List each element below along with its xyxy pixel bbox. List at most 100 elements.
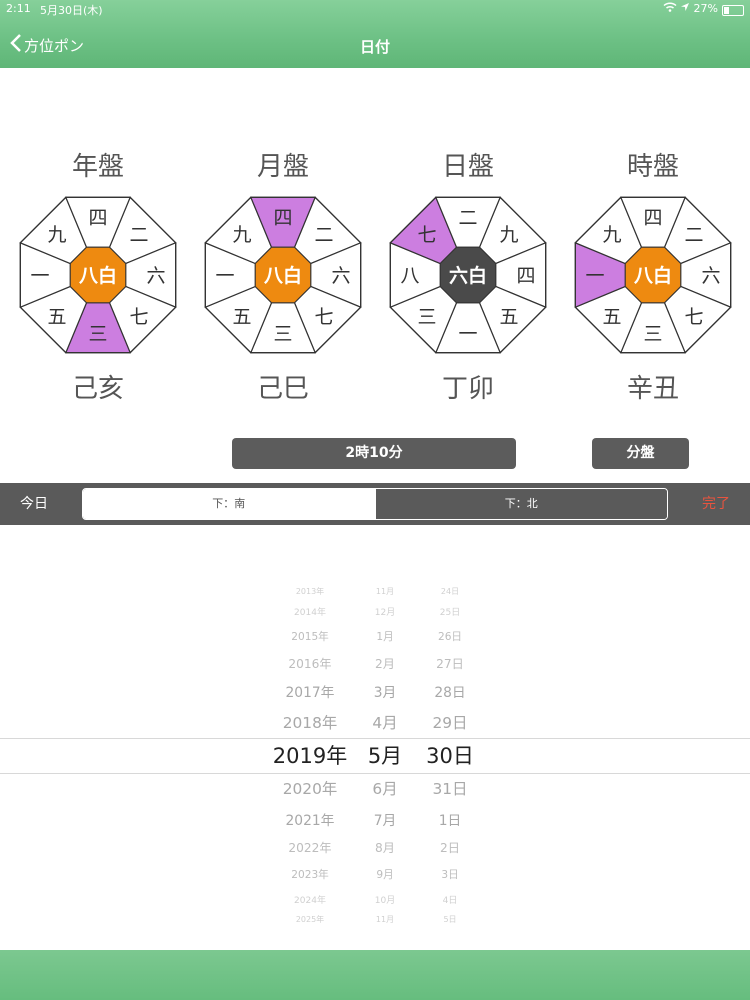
picker-toolbar: 今日 下：南 下：北 完了: [0, 483, 750, 525]
minute-chart-button[interactable]: 分盤: [592, 438, 689, 469]
picker-year: 2023年: [291, 868, 329, 881]
picker-row[interactable]: 2022年 8月 2日: [0, 833, 750, 861]
star-number: 五: [500, 306, 519, 328]
star-number: 三: [273, 323, 292, 345]
star-number: 九: [232, 224, 251, 246]
picker-row[interactable]: 2014年 12月 25日: [0, 597, 750, 625]
picker-day: 26日: [437, 630, 463, 643]
star-number: 七: [685, 306, 704, 328]
center-star: 八白: [79, 264, 117, 287]
star-number: 一: [458, 323, 477, 345]
picker-row[interactable]: 2018年 4月 29日: [0, 708, 750, 736]
picker-day: 28日: [434, 685, 466, 701]
picker-row-selected[interactable]: 2019年 5月 30日: [0, 741, 750, 769]
picker-year: 2014年: [294, 607, 326, 618]
star-number: 六: [701, 265, 720, 287]
chart-2: 月盤二六七三五一九四八白 己巳: [198, 150, 368, 405]
picker-row[interactable]: 2021年 7月 1日: [0, 805, 750, 833]
picker-day: 2日: [440, 841, 460, 855]
center-star: 八白: [634, 264, 672, 287]
picker-year: 2020年: [282, 780, 338, 798]
star-number: 九: [47, 224, 66, 246]
star-number: 二: [130, 224, 149, 246]
picker-day: 25日: [439, 607, 461, 618]
picker-day: 5日: [443, 914, 457, 924]
status-date: 5月30日(木): [40, 4, 103, 17]
picker-row[interactable]: 2025年 11月 5日: [0, 905, 750, 933]
segment-south-down[interactable]: 下：南: [83, 489, 375, 519]
picker-month: 6月: [372, 780, 398, 798]
picker-month: 5月: [367, 744, 403, 768]
chart-title: 日盤: [441, 152, 494, 182]
chart-stem-branch: 己亥: [71, 374, 124, 404]
star-number: 一: [215, 265, 234, 287]
chart-4: 時盤二六七三五一九四八白 辛丑: [568, 150, 738, 405]
battery-icon: [719, 3, 744, 16]
star-number: 二: [458, 207, 477, 229]
star-number: 二: [685, 224, 704, 246]
picker-year: 2025年: [295, 914, 325, 924]
star-number: 七: [315, 306, 334, 328]
star-number: 四: [643, 207, 662, 229]
chart-1: 年盤二六七三五一九四八白 己亥: [13, 150, 183, 405]
star-number: 五: [47, 306, 66, 328]
star-number: 三: [643, 323, 662, 345]
picker-year: 2015年: [291, 630, 329, 643]
nine-star-chart: 二六七三五一九四八白: [574, 196, 732, 354]
picker-year: 2024年: [294, 895, 326, 906]
bottom-bar: [0, 950, 750, 1000]
picker-month: 4月: [372, 714, 398, 732]
segment-north-down[interactable]: 下：北: [374, 489, 667, 519]
picker-month: 11月: [375, 914, 395, 924]
done-button[interactable]: 完了: [702, 483, 730, 525]
picker-year: 2022年: [288, 841, 332, 855]
picker-day: 27日: [436, 657, 464, 671]
star-number: 七: [130, 306, 149, 328]
date-picker[interactable]: 2013年 11月 24日 2014年 12月 25日 2015年 1月 26日 2016年 2月 2…: [0, 587, 750, 924]
star-number: 五: [602, 306, 621, 328]
picker-year: 2016年: [288, 657, 332, 671]
star-number: 三: [417, 306, 436, 328]
star-number: 四: [516, 265, 535, 287]
picker-day: 31日: [432, 780, 468, 798]
picker-month: 2月: [375, 657, 395, 671]
picker-row[interactable]: 2016年 2月 27日: [0, 649, 750, 677]
picker-year: 2019年: [272, 744, 348, 768]
picker-day: 4日: [442, 895, 458, 906]
navigation-bar: 2:11 5月30日(木) 27% 方位ポン 日付: [0, 0, 750, 68]
picker-month: 9月: [376, 868, 394, 881]
nine-star-chart: 九四五一三八七二六白: [389, 196, 547, 354]
picker-day: 29日: [432, 714, 468, 732]
today-button[interactable]: 今日: [20, 483, 48, 525]
status-time: 2:11: [6, 2, 31, 15]
picker-month: 8月: [375, 841, 395, 855]
chart-title: 年盤: [71, 152, 124, 182]
picker-month: 12月: [374, 607, 396, 618]
star-number: 六: [146, 265, 165, 287]
star-number: 七: [417, 224, 436, 246]
picker-row[interactable]: 2020年 6月 31日: [0, 774, 750, 802]
wifi-icon: [663, 2, 681, 15]
chart-title: 時盤: [626, 152, 679, 182]
center-star: 六白: [449, 264, 487, 287]
nine-star-chart: 二六七三五一九四八白: [204, 196, 362, 354]
star-number: 二: [315, 224, 334, 246]
star-number: 四: [273, 207, 292, 229]
picker-year: 2013年: [295, 586, 325, 596]
picker-row[interactable]: 2023年 9月 3日: [0, 860, 750, 888]
star-number: 一: [30, 265, 49, 287]
picker-year: 2018年: [282, 714, 338, 732]
chart-3: 日盤九四五一三八七二六白 丁卯: [383, 150, 553, 405]
chart-stem-branch: 辛丑: [626, 374, 679, 404]
star-number: 五: [232, 306, 251, 328]
star-number: 一: [585, 265, 604, 287]
status-right: 27%: [663, 2, 718, 15]
picker-row[interactable]: 2015年 1月 26日: [0, 622, 750, 650]
picker-row[interactable]: 2017年 3月 28日: [0, 677, 750, 705]
picker-year: 2021年: [285, 813, 335, 829]
battery-percent: 27%: [693, 2, 718, 15]
time-button[interactable]: 2時10分: [232, 438, 516, 469]
orientation-segmented-control[interactable]: 下：南 下：北: [82, 488, 668, 520]
chart-stem-branch: 己巳: [256, 374, 309, 404]
picker-month: 3月: [373, 685, 397, 701]
